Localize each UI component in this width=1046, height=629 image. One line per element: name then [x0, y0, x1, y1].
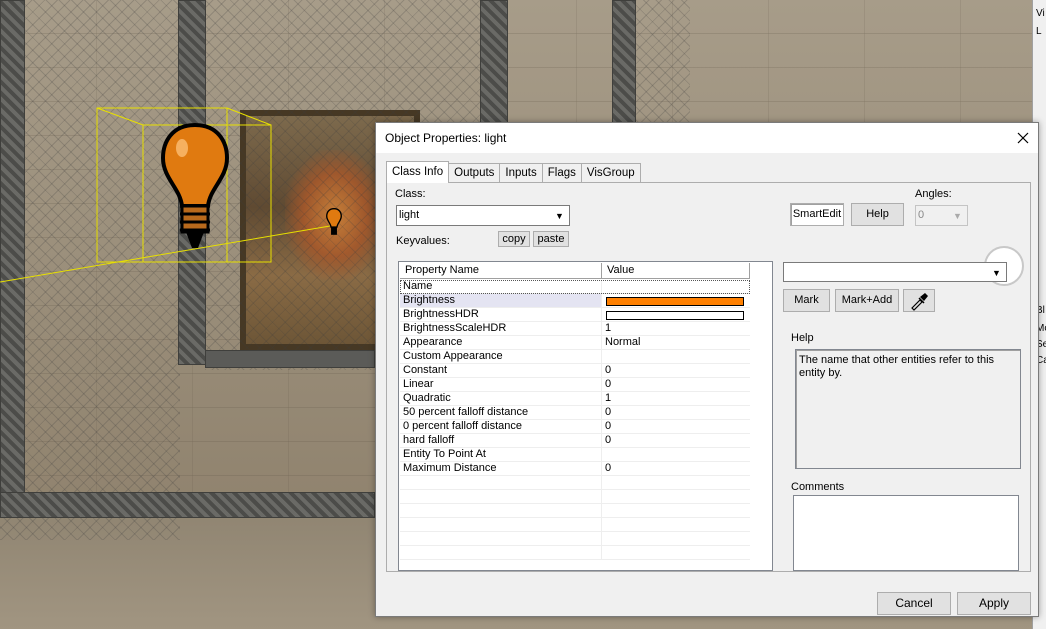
- property-value-cell[interactable]: 0: [602, 462, 750, 475]
- angles-value: 0: [918, 209, 925, 221]
- object-properties-dialog: Object Properties: light Class Info Outp…: [375, 122, 1039, 617]
- property-name-header[interactable]: Property Name: [400, 263, 602, 279]
- empty-row: [400, 532, 750, 546]
- eyedropper-icon: [911, 293, 928, 311]
- color-swatch[interactable]: [606, 311, 744, 320]
- tab-class-info[interactable]: Class Info: [386, 161, 450, 183]
- side-panel-text: Vi: [1036, 8, 1045, 19]
- table-row[interactable]: Entity To Point At: [400, 448, 750, 462]
- side-panel-text: L: [1036, 26, 1042, 37]
- table-row[interactable]: 50 percent falloff distance 0: [400, 406, 750, 420]
- property-value-cell[interactable]: 0: [602, 364, 750, 377]
- property-value-cell[interactable]: 0: [602, 378, 750, 391]
- class-info-panel: Class: light ▼ Keyvalues: copy paste Sma…: [386, 182, 1031, 572]
- eyedropper-button[interactable]: [903, 289, 935, 312]
- tab-inputs[interactable]: Inputs: [499, 163, 543, 183]
- property-name-cell: Maximum Distance: [400, 462, 602, 475]
- property-name-cell: hard falloff: [400, 434, 602, 447]
- class-combobox[interactable]: light ▼: [396, 205, 570, 226]
- angles-combobox[interactable]: 0 ▼: [915, 205, 968, 226]
- help-text-box: The name that other entities refer to th…: [795, 349, 1021, 469]
- table-row[interactable]: 0 percent falloff distance 0: [400, 420, 750, 434]
- table-row[interactable]: Brightness: [400, 294, 750, 308]
- mark-button[interactable]: Mark: [783, 289, 830, 312]
- table-row[interactable]: hard falloff 0: [400, 434, 750, 448]
- light-bulb-icon[interactable]: [326, 208, 342, 238]
- table-row[interactable]: Appearance Normal: [400, 336, 750, 350]
- property-value-cell[interactable]: [602, 294, 750, 307]
- close-button[interactable]: [1008, 123, 1038, 153]
- table-row[interactable]: Custom Appearance: [400, 350, 750, 364]
- property-value-cell[interactable]: [602, 350, 750, 363]
- empty-row: [400, 546, 750, 560]
- cancel-button[interactable]: Cancel: [877, 592, 951, 615]
- property-name-cell: Appearance: [400, 336, 602, 349]
- property-value-cell[interactable]: [602, 280, 750, 293]
- chevron-down-icon[interactable]: ▼: [949, 207, 966, 224]
- property-value-cell[interactable]: 0: [602, 420, 750, 433]
- apply-button[interactable]: Apply: [957, 592, 1031, 615]
- property-name-cell: Custom Appearance: [400, 350, 602, 363]
- smartedit-toggle[interactable]: SmartEdit: [790, 203, 844, 226]
- tab-strip: Class Info Outputs Inputs Flags VisGroup: [386, 161, 641, 183]
- title-bar[interactable]: Object Properties: light: [376, 123, 1038, 153]
- property-name-cell: 0 percent falloff distance: [400, 420, 602, 433]
- tab-visgroup[interactable]: VisGroup: [580, 163, 641, 183]
- property-name-cell: Quadratic: [400, 392, 602, 405]
- color-swatch[interactable]: [606, 297, 744, 306]
- empty-row: [400, 504, 750, 518]
- dialog-title: Object Properties: light: [385, 131, 507, 145]
- table-row[interactable]: BrightnessHDR: [400, 308, 750, 322]
- class-value: light: [399, 209, 420, 221]
- table-row[interactable]: BrightnessScaleHDR 1: [400, 322, 750, 336]
- property-name-cell: 50 percent falloff distance: [400, 406, 602, 419]
- property-name-cell: Linear: [400, 378, 602, 391]
- property-value-cell[interactable]: 1: [602, 322, 750, 335]
- property-name-cell: Brightness: [400, 294, 602, 307]
- angles-label: Angles:: [915, 188, 952, 200]
- copy-button[interactable]: copy: [498, 231, 530, 247]
- property-value-cell[interactable]: [602, 448, 750, 461]
- keyvalues-list[interactable]: Property Name Value Name Brightness Bright…: [398, 261, 773, 571]
- property-name-cell: BrightnessHDR: [400, 308, 602, 321]
- class-label: Class:: [395, 188, 426, 200]
- property-value-cell[interactable]: [602, 308, 750, 321]
- close-icon: [1017, 132, 1029, 144]
- list-header: Property Name Value: [400, 263, 750, 279]
- empty-row: [400, 490, 750, 504]
- table-row[interactable]: Maximum Distance 0: [400, 462, 750, 476]
- value-combobox[interactable]: ▼: [783, 262, 1007, 282]
- empty-row: [400, 476, 750, 490]
- comments-label: Comments: [791, 481, 845, 493]
- property-value-cell[interactable]: 0: [602, 434, 750, 447]
- property-value-cell[interactable]: 0: [602, 406, 750, 419]
- property-value-cell[interactable]: 1: [602, 392, 750, 405]
- property-name-cell: Constant: [400, 364, 602, 377]
- table-row[interactable]: Linear 0: [400, 378, 750, 392]
- property-name-cell: BrightnessScaleHDR: [400, 322, 602, 335]
- chevron-down-icon[interactable]: ▼: [988, 264, 1005, 281]
- tab-flags[interactable]: Flags: [541, 163, 582, 183]
- empty-row: [400, 518, 750, 532]
- property-value-cell[interactable]: Normal: [602, 336, 750, 349]
- help-label: Help: [791, 332, 814, 344]
- mark-add-button[interactable]: Mark+Add: [835, 289, 899, 312]
- value-header[interactable]: Value: [602, 263, 750, 279]
- chevron-down-icon[interactable]: ▼: [551, 207, 568, 224]
- paste-button[interactable]: paste: [533, 231, 569, 247]
- property-name-cell: Entity To Point At: [400, 448, 602, 461]
- comments-textarea[interactable]: [793, 495, 1019, 571]
- table-row[interactable]: Quadratic 1: [400, 392, 750, 406]
- table-row[interactable]: Name: [400, 280, 750, 294]
- light-bulb-icon[interactable]: [160, 122, 230, 254]
- property-rows: Name Brightness BrightnessHDR BrightnessSca…: [400, 280, 750, 560]
- table-row[interactable]: Constant 0: [400, 364, 750, 378]
- keyvalues-label: Keyvalues:: [396, 235, 450, 247]
- property-name-cell: Name: [400, 280, 602, 293]
- tab-outputs[interactable]: Outputs: [448, 163, 501, 183]
- help-button[interactable]: Help: [851, 203, 904, 226]
